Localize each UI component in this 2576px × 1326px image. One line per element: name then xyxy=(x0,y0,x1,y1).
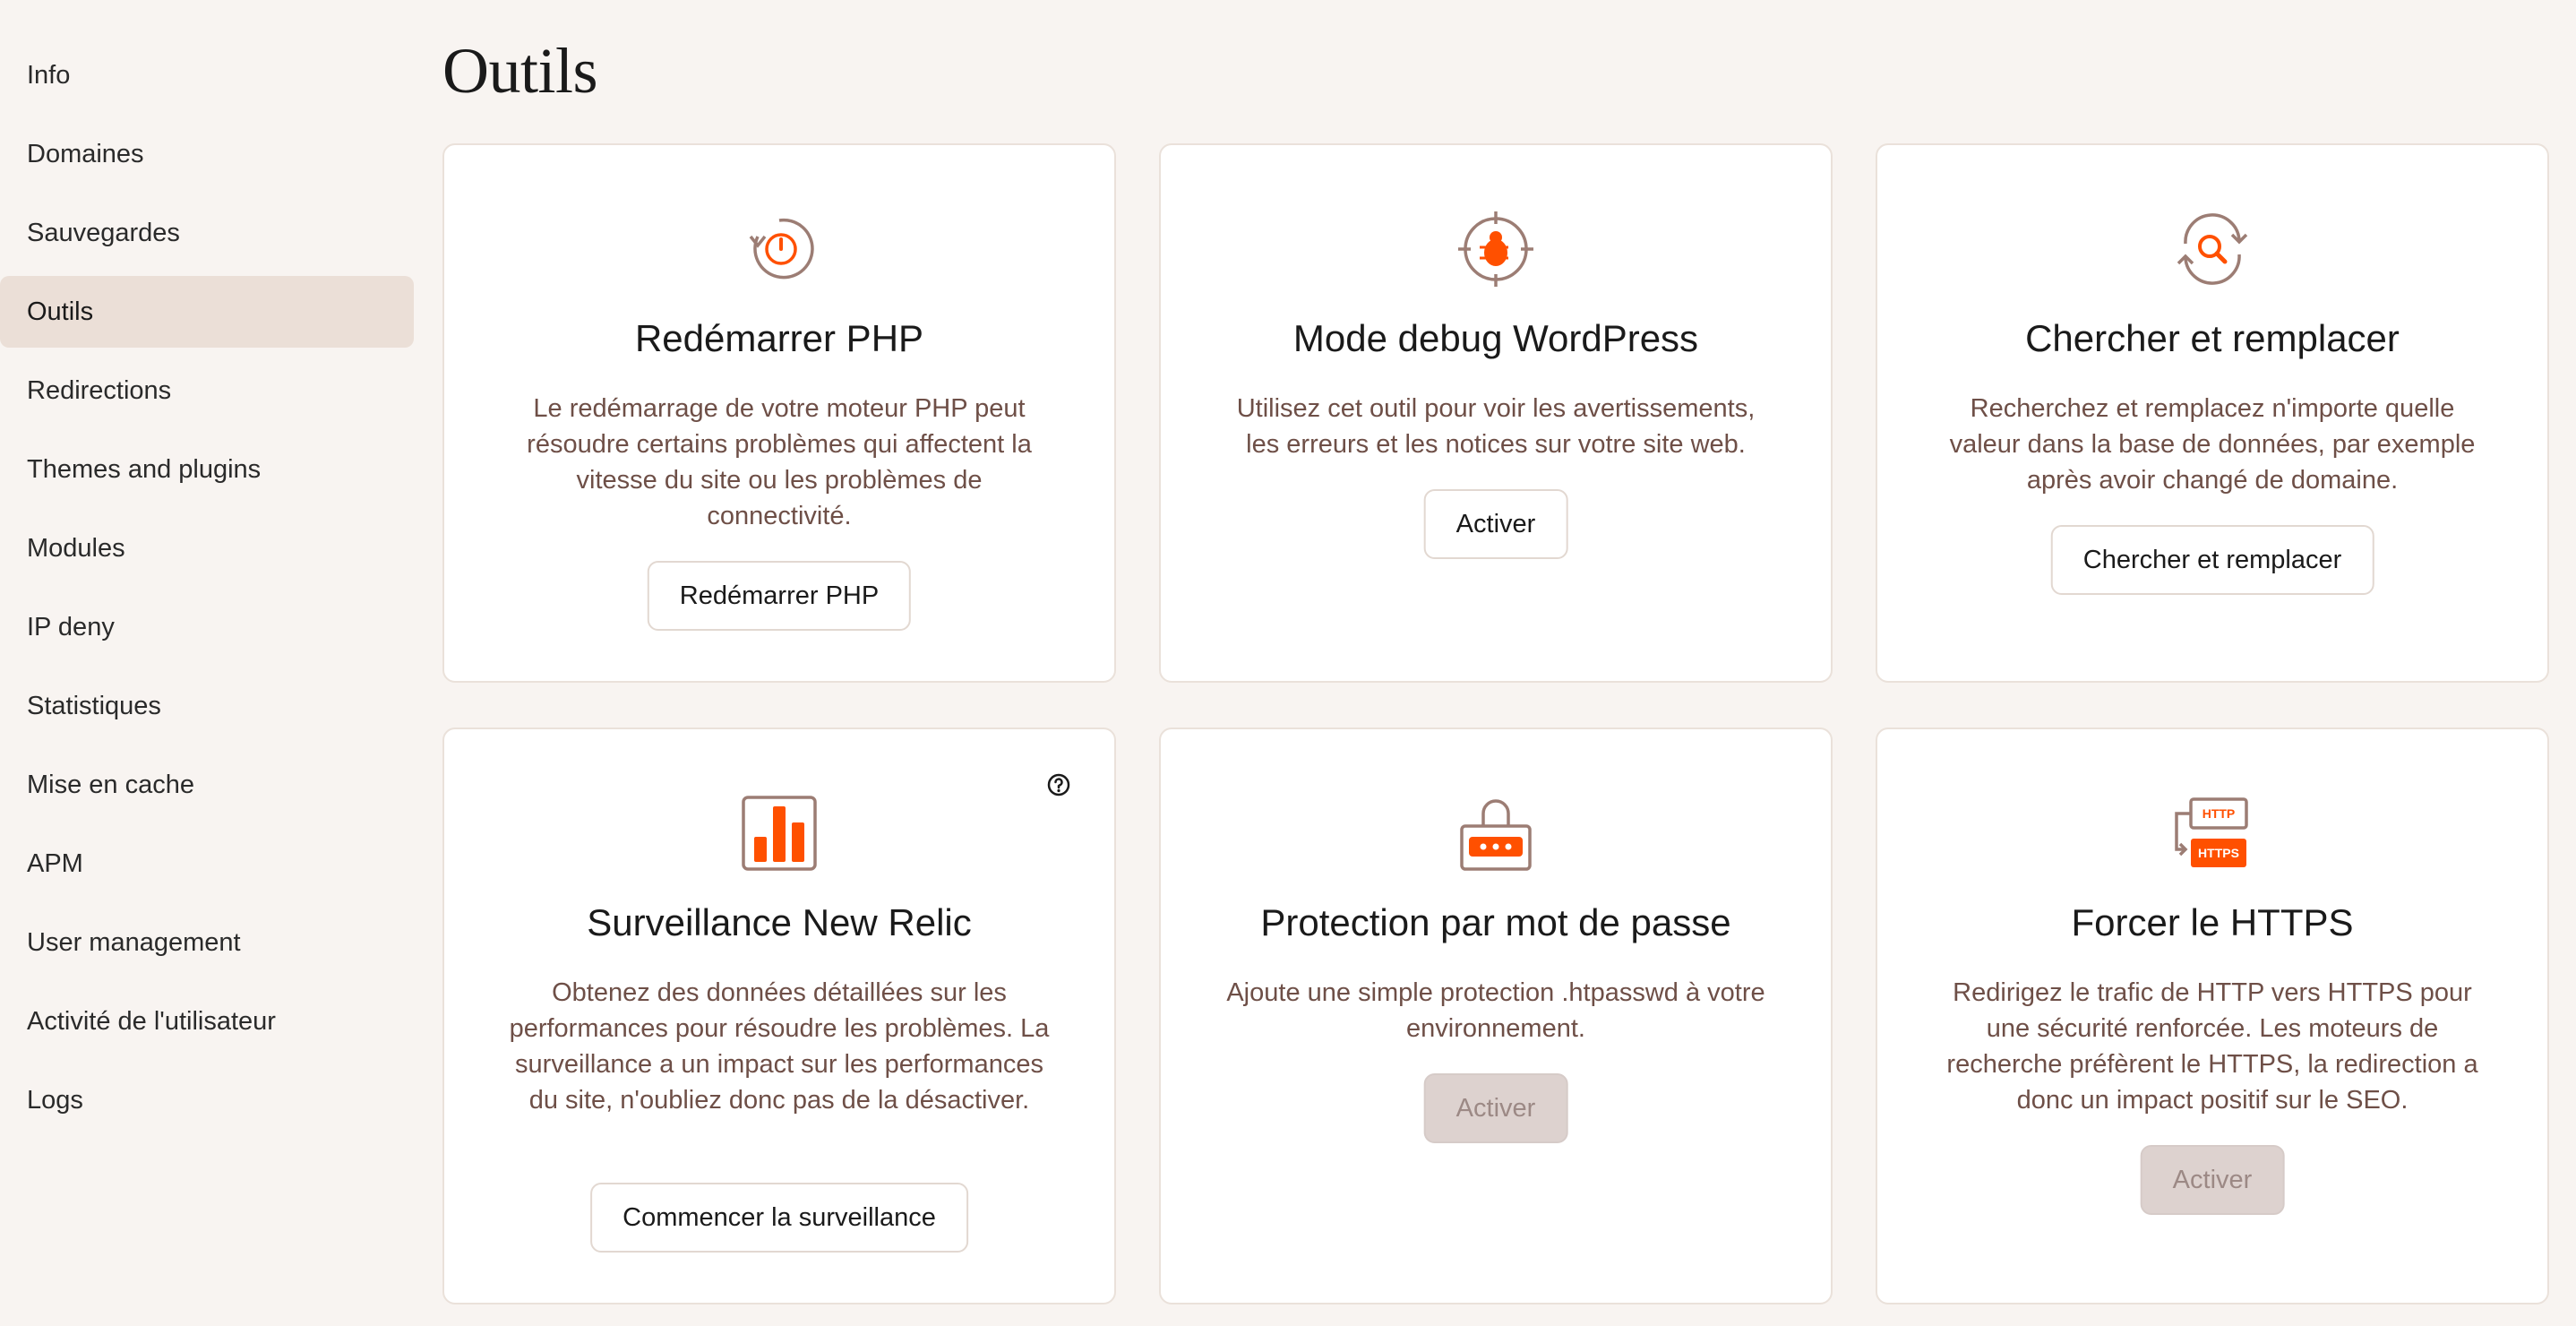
card-description: Recherchez et remplacez n'importe quelle… xyxy=(1949,394,2476,495)
sidebar-item-sauvegardes[interactable]: Sauvegardes xyxy=(0,197,414,269)
sidebar-item-activite-utilisateur[interactable]: Activité de l'utilisateur xyxy=(0,986,414,1057)
card-title: Protection par mot de passe xyxy=(1260,901,1731,943)
sidebar-item-label: Outils xyxy=(27,297,94,326)
page-title: Outils xyxy=(442,35,598,107)
card-search-replace: Chercher et remplacer Recherchez et remp… xyxy=(1876,143,2549,683)
sidebar-item-label: APM xyxy=(27,848,83,878)
sidebar-item-themes-plugins[interactable]: Themes and plugins xyxy=(0,434,414,505)
sidebar-item-label: Logs xyxy=(27,1085,83,1115)
sidebar-item-label: User management xyxy=(27,927,241,957)
card-description: Utilisez cet outil pour voir les avertis… xyxy=(1236,394,1756,459)
sidebar-item-label: Themes and plugins xyxy=(27,454,262,484)
http-label: HTTP xyxy=(2202,806,2236,821)
sidebar-item-label: Mise en cache xyxy=(27,770,194,799)
sidebar-item-label: Redirections xyxy=(27,375,172,405)
card-description: Le redémarrage de votre moteur PHP peut … xyxy=(527,394,1032,530)
sidebar-item-label: Info xyxy=(27,60,71,90)
card-title: Chercher et remplacer xyxy=(2025,317,2400,359)
search-replace-button[interactable]: Chercher et remplacer xyxy=(2050,525,2374,595)
activate-https-button[interactable]: Activer xyxy=(2140,1145,2285,1215)
sidebar-item-label: Domaines xyxy=(27,139,144,168)
sidebar-item-statistiques[interactable]: Statistiques xyxy=(0,670,414,742)
sidebar-nav: Info Domaines Sauvegardes Outils Redirec… xyxy=(0,39,414,1143)
card-title: Surveillance New Relic xyxy=(587,901,972,943)
card-force-https: HTTP HTTPS Forcer le HTTPS Redirigez le … xyxy=(1876,728,2549,1304)
sidebar-item-modules[interactable]: Modules xyxy=(0,512,414,584)
card-wordpress-debug: Mode debug WordPress Utilisez cet outil … xyxy=(1159,143,1833,683)
card-description: Obtenez des données détaillées sur les p… xyxy=(509,978,1050,1115)
padlock-password-icon xyxy=(1456,794,1535,873)
card-new-relic: Surveillance New Relic Obtenez des donné… xyxy=(442,728,1116,1304)
card-restart-php: Redémarrer PHP Le redémarrage de votre m… xyxy=(442,143,1116,683)
sidebar-item-label: Statistiques xyxy=(27,691,161,720)
sidebar-item-outils[interactable]: Outils xyxy=(0,276,414,348)
sidebar-item-ip-deny[interactable]: IP deny xyxy=(0,591,414,663)
sidebar-item-label: IP deny xyxy=(27,612,115,641)
restart-power-icon xyxy=(740,210,819,288)
sidebar-item-domaines[interactable]: Domaines xyxy=(0,118,414,190)
search-replace-icon xyxy=(2173,210,2252,288)
bar-chart-icon xyxy=(740,794,819,873)
bug-target-icon xyxy=(1456,210,1535,288)
sidebar-item-logs[interactable]: Logs xyxy=(0,1064,414,1136)
sidebar-item-label: Activité de l'utilisateur xyxy=(27,1006,276,1036)
card-description: Redirigez le trafic de HTTP vers HTTPS p… xyxy=(1946,978,2478,1115)
sidebar-item-apm[interactable]: APM xyxy=(0,828,414,900)
help-icon[interactable] xyxy=(1046,772,1071,797)
sidebar-item-label: Modules xyxy=(27,533,125,563)
card-title: Redémarrer PHP xyxy=(634,317,924,359)
restart-php-button[interactable]: Redémarrer PHP xyxy=(647,561,912,631)
sidebar-item-label: Sauvegardes xyxy=(27,218,180,247)
card-title: Mode debug WordPress xyxy=(1292,317,1699,359)
sidebar-item-mise-en-cache[interactable]: Mise en cache xyxy=(0,749,414,821)
activate-password-button[interactable]: Activer xyxy=(1423,1073,1568,1143)
http-https-icon: HTTP HTTPS xyxy=(2173,794,2252,873)
activate-debug-button[interactable]: Activer xyxy=(1423,489,1568,559)
start-monitoring-button[interactable]: Commencer la surveillance xyxy=(590,1183,968,1253)
sidebar-item-user-management[interactable]: User management xyxy=(0,907,414,978)
sidebar-item-info[interactable]: Info xyxy=(0,39,414,111)
sidebar-item-redirections[interactable]: Redirections xyxy=(0,355,414,426)
card-title: Forcer le HTTPS xyxy=(2071,901,2354,943)
https-label: HTTPS xyxy=(2198,846,2239,860)
card-password-protection: Protection par mot de passe Ajoute une s… xyxy=(1159,728,1833,1304)
card-description: Ajoute une simple protection .htpasswd à… xyxy=(1226,978,1765,1043)
